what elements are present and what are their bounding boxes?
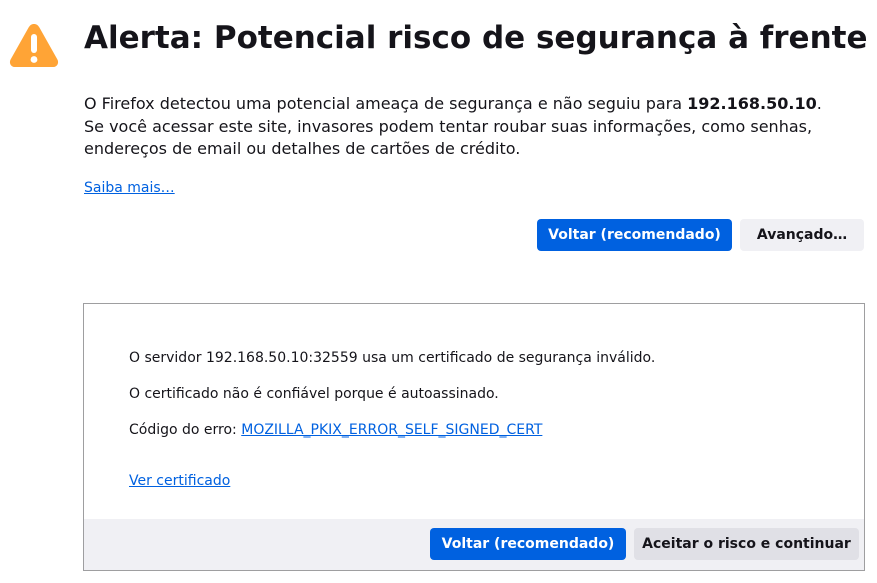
error-code-link[interactable]: MOZILLA_PKIX_ERROR_SELF_SIGNED_CERT xyxy=(241,422,542,438)
advanced-panel: O servidor 192.168.50.10:32559 usa um ce… xyxy=(83,303,865,571)
blocked-host: 192.168.50.10 xyxy=(687,94,817,113)
error-code-label: Código do erro: xyxy=(129,422,242,438)
invalid-cert-message: O servidor 192.168.50.10:32559 usa um ce… xyxy=(129,350,656,366)
go-back-button-secondary[interactable]: Voltar (recomendado) xyxy=(430,528,626,560)
self-signed-message: O certificado não é confiável porque é a… xyxy=(129,386,499,402)
advanced-panel-footer: Voltar (recomendado) Aceitar o risco e c… xyxy=(84,519,864,570)
error-code-line: Código do erro: MOZILLA_PKIX_ERROR_SELF_… xyxy=(129,420,542,440)
go-back-button[interactable]: Voltar (recomendado) xyxy=(537,219,732,251)
error-description: O Firefox detectou uma potencial ameaça … xyxy=(84,93,844,161)
page-title: Alerta: Potencial risco de segurança à f… xyxy=(84,20,868,56)
learn-more-link[interactable]: Saiba mais… xyxy=(84,178,175,198)
advanced-button[interactable]: Avançado… xyxy=(740,219,864,251)
view-certificate-link[interactable]: Ver certificado xyxy=(129,471,230,491)
description-prefix: O Firefox detectou uma potencial ameaça … xyxy=(84,94,688,113)
warning-triangle-icon xyxy=(9,24,59,67)
accept-risk-button[interactable]: Aceitar o risco e continuar xyxy=(634,528,859,560)
